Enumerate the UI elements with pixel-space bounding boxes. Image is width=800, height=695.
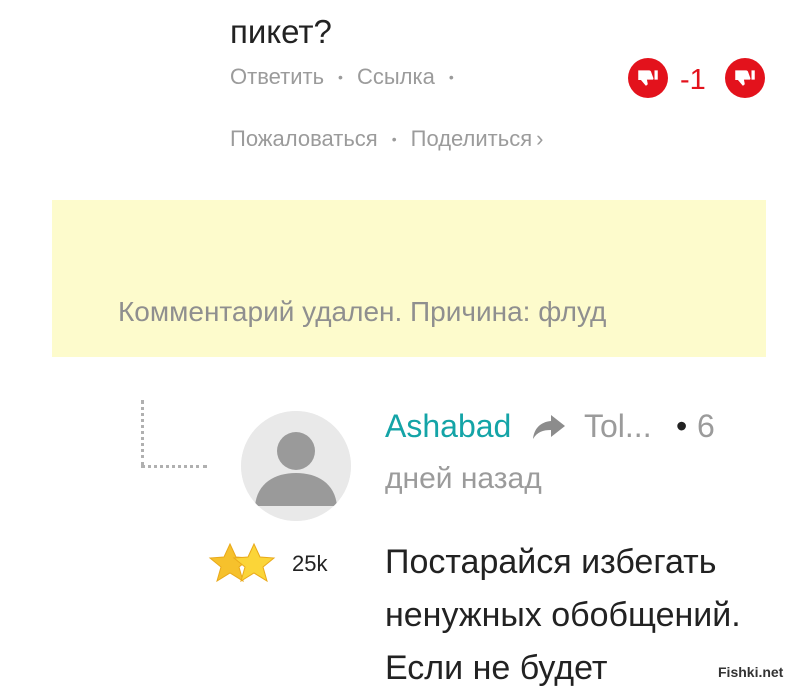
user-rating: 25k [292,551,328,576]
share-label: Поделиться [410,126,533,151]
comment-score: -1 [680,64,706,96]
reply-link[interactable]: Ответить [230,64,324,90]
watermark: Fishki.net [718,664,784,680]
thumbs-down-icon [735,70,755,86]
report-link[interactable]: Пожаловаться [230,126,378,152]
deleted-comment-message: Комментарий удален. Причина: флуд [118,296,607,327]
rating-stars [208,540,282,588]
separator: • [676,408,688,444]
share-link[interactable]: Поделиться › [411,126,544,152]
comment-actions: Ответить • Ссылка • [230,62,468,92]
permalink-link[interactable]: Ссылка [357,64,435,90]
separator: • [338,69,343,85]
chevron-right-icon: › [536,126,544,151]
avatar[interactable] [241,411,351,521]
separator: • [391,131,397,147]
star-icon [208,542,276,583]
author-link[interactable]: Ashabad [385,408,511,445]
reply-arrow-icon [533,415,565,439]
comment-time-number: 6 [697,408,715,444]
reply-to-link[interactable]: Tol... [584,408,652,445]
thread-line-horizontal [141,465,207,468]
vote-down-button[interactable] [725,58,765,98]
comment-time: дней назад [385,462,542,495]
user-avatar-icon [241,411,351,521]
thumbs-down-icon [638,70,658,86]
thread-line-vertical [141,400,144,466]
comment-actions-secondary: Пожаловаться • Поделиться › [230,124,543,154]
separator: • [448,69,454,85]
deleted-comment-box [52,200,766,357]
comment-text: пикет? [230,13,332,50]
vote-down-button[interactable] [628,58,668,98]
